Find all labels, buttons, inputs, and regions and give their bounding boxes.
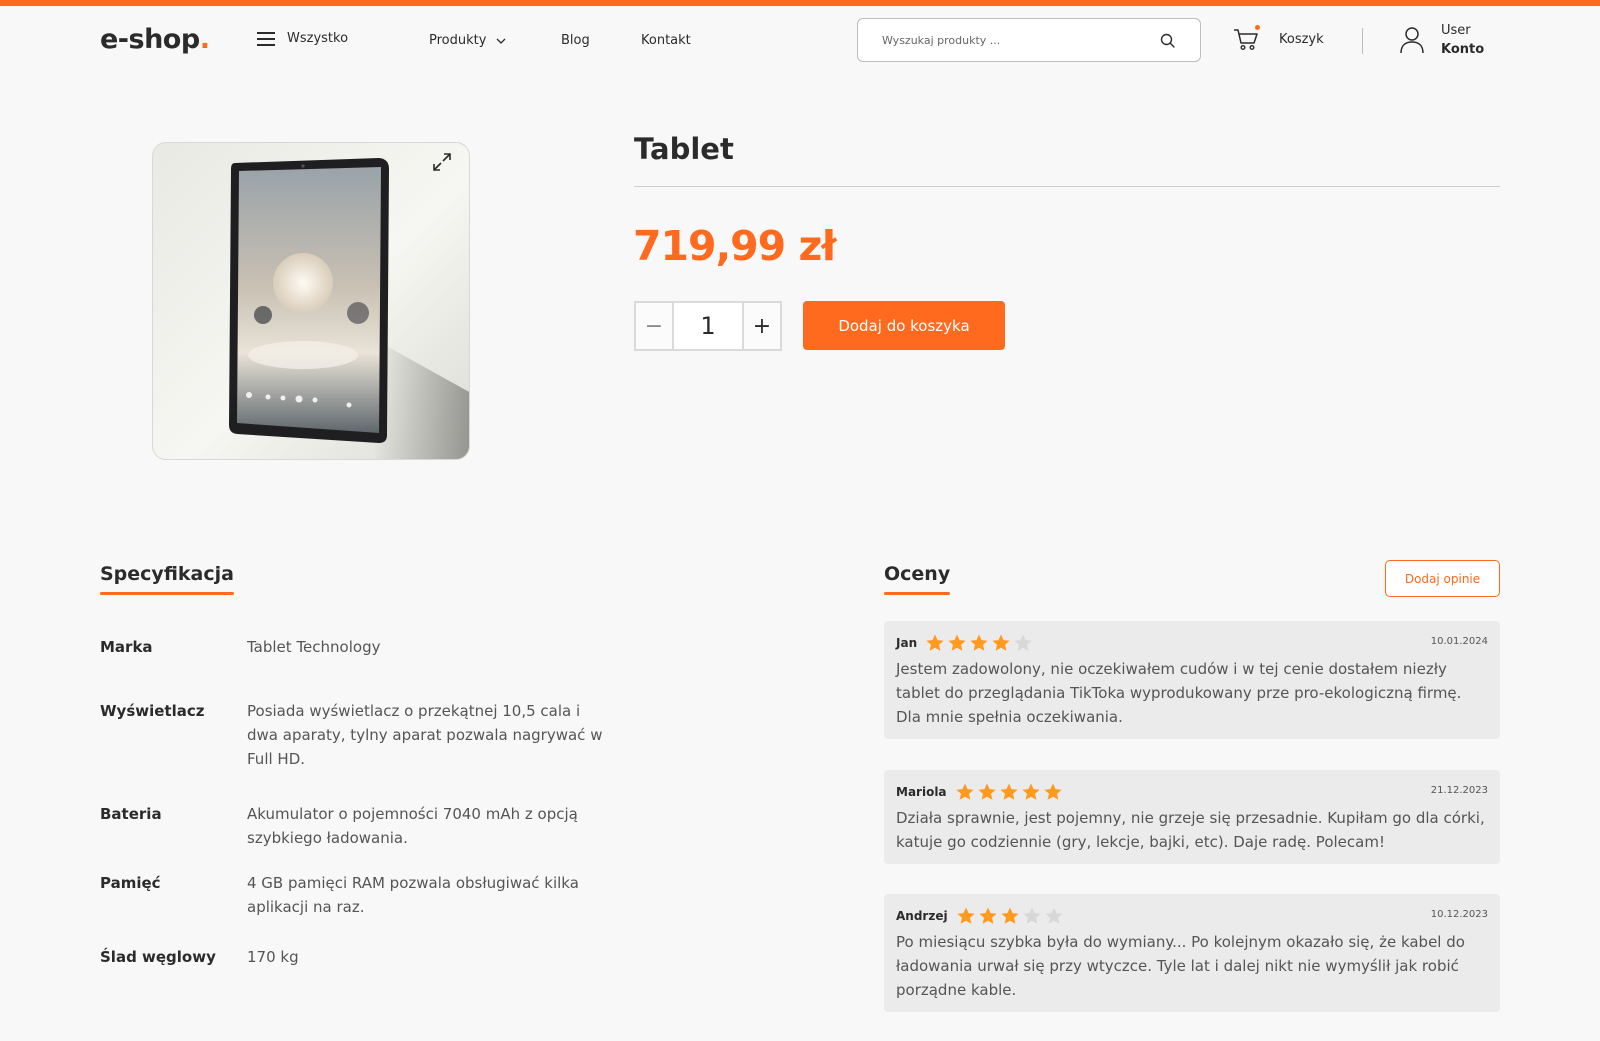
logo[interactable]: e-shop. xyxy=(100,24,210,55)
quantity-stepper: − + xyxy=(634,301,782,351)
product-image[interactable] xyxy=(152,142,470,460)
cart-label: Koszyk xyxy=(1279,31,1324,47)
chevron-down-icon xyxy=(496,38,506,44)
review-card: Andrzej 10.12.2023 Po miesiącu szybka by… xyxy=(884,894,1500,1012)
search-icon[interactable] xyxy=(1158,31,1178,51)
review-text: Jestem zadowolony, nie oczekiwałem cudów… xyxy=(896,660,1462,726)
review-date: 21.12.2023 xyxy=(1430,785,1488,796)
search-bar xyxy=(857,18,1201,62)
product-title: Tablet xyxy=(634,132,734,166)
specs-heading-label: Specyfikacja xyxy=(100,563,234,585)
star-filled-icon xyxy=(955,783,974,800)
spec-value: 170 kg xyxy=(247,948,299,966)
review-date: 10.01.2024 xyxy=(1430,636,1488,647)
cart-button[interactable]: Koszyk xyxy=(1233,25,1324,52)
spec-row: Bateria Akumulator o pojemności 7040 mAh… xyxy=(100,802,620,850)
spec-row: Marka Tablet Technology xyxy=(100,635,620,659)
reviews-heading-underline xyxy=(884,592,951,595)
star-filled-icon xyxy=(970,634,988,651)
star-filled-icon xyxy=(1043,783,1062,800)
add-review-button[interactable]: Dodaj opinie xyxy=(1385,560,1500,597)
nav-blog[interactable]: Blog xyxy=(561,33,590,48)
spec-value: 4 GB pamięci RAM pozwala obsługiwać kilk… xyxy=(247,874,579,916)
account-button[interactable]: User Konto xyxy=(1399,21,1484,59)
header-divider xyxy=(1362,28,1363,54)
all-categories-label: Wszystko xyxy=(287,31,349,46)
star-filled-icon xyxy=(999,783,1018,800)
specs-heading-underline xyxy=(100,592,234,595)
rating-stars xyxy=(956,906,1064,926)
quantity-increase-button[interactable]: + xyxy=(742,303,780,349)
nav-contact[interactable]: Kontakt xyxy=(641,33,691,48)
quantity-input[interactable] xyxy=(674,303,742,349)
spec-value: Akumulator o pojemności 7040 mAh z opcją… xyxy=(247,805,578,847)
review-header: Andrzej 10.12.2023 xyxy=(896,906,1488,926)
star-empty-icon xyxy=(1044,907,1063,924)
spec-label: Ślad węglowy xyxy=(100,948,216,966)
review-text: Działa sprawnie, jest pojemny, nie grzej… xyxy=(896,809,1485,851)
expand-icon[interactable] xyxy=(431,151,453,173)
nav-products[interactable]: Produkty xyxy=(429,33,506,48)
spec-value: Posiada wyświetlacz o przekątnej 10,5 ca… xyxy=(247,702,603,768)
star-filled-icon xyxy=(978,907,997,924)
quantity-decrease-button[interactable]: − xyxy=(636,303,674,349)
spec-row: Pamięć 4 GB pamięci RAM pozwala obsługiw… xyxy=(100,871,620,919)
hamburger-icon xyxy=(257,31,275,46)
account-user: User xyxy=(1441,23,1471,38)
star-filled-icon xyxy=(926,634,944,651)
spec-label: Pamięć xyxy=(100,874,161,892)
spec-label: Bateria xyxy=(100,805,162,823)
product-price: 719,99 zł xyxy=(633,222,837,270)
user-icon xyxy=(1400,27,1424,54)
star-empty-icon xyxy=(1022,907,1041,924)
search-input[interactable] xyxy=(882,33,1152,47)
tablet-illustration xyxy=(229,158,469,459)
star-filled-icon xyxy=(1000,907,1019,924)
spec-row: Ślad węglowy 170 kg xyxy=(100,945,620,969)
cart-notification-dot xyxy=(1255,25,1260,30)
review-text: Po miesiącu szybka była do wymiany... Po… xyxy=(896,933,1465,999)
add-to-cart-button[interactable]: Dodaj do koszyka xyxy=(803,301,1005,350)
account-label: Konto xyxy=(1441,42,1485,57)
reviewer-name: Jan xyxy=(896,636,918,650)
star-filled-icon xyxy=(992,634,1010,651)
star-empty-icon xyxy=(1014,634,1032,651)
cart-icon-wrap xyxy=(1233,25,1260,52)
reviewer-name: Andrzej xyxy=(896,909,948,923)
review-card: Mariola 21.12.2023 Działa sprawnie, jest… xyxy=(884,770,1500,864)
review-card: Jan 10.01.2024 Jestem zadowolony, nie oc… xyxy=(884,621,1500,739)
star-filled-icon xyxy=(977,783,996,800)
spec-value: Tablet Technology xyxy=(247,638,381,656)
cart-icon xyxy=(1234,29,1258,51)
review-date: 10.12.2023 xyxy=(1430,909,1488,920)
reviewer-name: Mariola xyxy=(896,785,947,799)
star-filled-icon xyxy=(948,634,966,651)
star-filled-icon xyxy=(956,907,975,924)
reviews-heading-label: Oceny xyxy=(884,563,951,585)
review-header: Jan 10.01.2024 xyxy=(896,633,1488,653)
rating-stars xyxy=(925,633,1033,653)
rating-stars xyxy=(955,782,1063,802)
review-header: Mariola 21.12.2023 xyxy=(896,782,1488,802)
title-divider xyxy=(634,186,1500,187)
spec-label: Marka xyxy=(100,638,153,656)
account-text: User Konto xyxy=(1441,21,1484,59)
all-categories-button[interactable]: Wszystko xyxy=(257,31,348,46)
reviews-heading: Oceny xyxy=(884,563,951,595)
spec-label: Wyświetlacz xyxy=(100,702,205,720)
spec-row: Wyświetlacz Posiada wyświetlacz o przeką… xyxy=(100,699,620,771)
specs-heading: Specyfikacja xyxy=(100,563,234,595)
nav-products-label: Produkty xyxy=(429,33,487,48)
star-filled-icon xyxy=(1021,783,1040,800)
site-header: e-shop. Wszystko Produkty Blog Kontakt W… xyxy=(0,6,1600,76)
